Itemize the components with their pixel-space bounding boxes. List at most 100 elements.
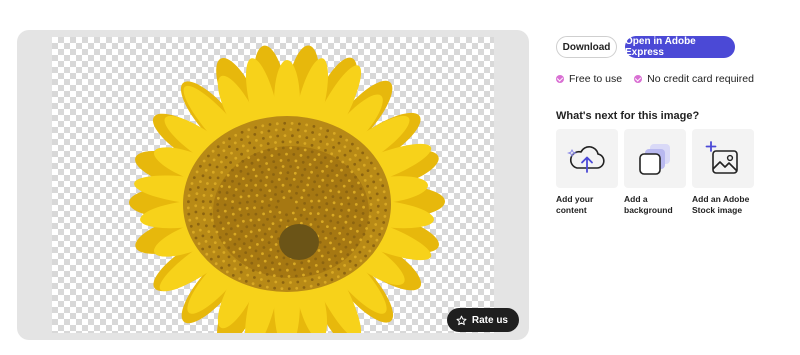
seed — [204, 168, 208, 172]
seed — [329, 219, 333, 223]
seed — [383, 215, 387, 218]
seed — [209, 257, 213, 261]
seed — [257, 264, 260, 267]
seed — [215, 165, 219, 169]
seed — [241, 144, 245, 148]
seed — [232, 250, 236, 254]
seed — [287, 158, 290, 162]
card-add-content[interactable]: Add your content — [556, 129, 618, 217]
seed — [365, 156, 369, 160]
seed — [353, 162, 357, 166]
seed — [303, 142, 307, 145]
seed — [237, 254, 241, 258]
seed — [261, 124, 265, 128]
seed — [201, 234, 205, 238]
seed — [345, 190, 348, 194]
seed — [289, 165, 292, 168]
seed — [328, 258, 331, 261]
seed — [361, 212, 365, 215]
seed — [235, 164, 239, 167]
seed — [296, 147, 300, 151]
seed — [300, 267, 304, 271]
seed — [254, 212, 258, 216]
seed — [306, 155, 310, 159]
seed — [326, 129, 330, 133]
seed — [376, 172, 380, 176]
seed — [352, 190, 356, 194]
seed — [251, 269, 255, 272]
seed — [285, 177, 289, 181]
seed — [286, 219, 290, 223]
seed — [261, 238, 264, 242]
seed — [309, 223, 313, 226]
seed — [237, 182, 241, 186]
seed — [309, 212, 312, 215]
seed — [309, 272, 312, 275]
seed — [314, 257, 317, 261]
rate-us-button[interactable]: Rate us — [446, 308, 519, 332]
seed — [267, 241, 271, 245]
seed — [212, 224, 216, 228]
seed — [336, 275, 340, 279]
seed — [241, 189, 245, 193]
seed — [317, 153, 321, 156]
seed — [300, 261, 304, 265]
seed — [299, 154, 303, 157]
seed — [189, 224, 193, 228]
seed — [323, 245, 327, 249]
seed — [332, 247, 336, 251]
seed — [362, 205, 365, 209]
seed — [277, 153, 281, 156]
download-button[interactable]: Download — [556, 36, 617, 58]
seed — [233, 259, 236, 263]
seed — [324, 236, 328, 240]
seed — [278, 262, 281, 266]
seed — [356, 229, 359, 233]
seed — [307, 259, 311, 263]
seed — [208, 245, 212, 249]
seed — [231, 168, 234, 172]
seed — [346, 253, 350, 256]
seed — [332, 146, 335, 149]
seed — [318, 185, 321, 188]
seed — [269, 210, 272, 214]
seed — [201, 174, 205, 178]
card-add-stock[interactable]: Add an Adobe Stock image — [692, 129, 754, 217]
seed — [354, 203, 358, 206]
seed — [358, 250, 362, 254]
seed — [344, 173, 348, 177]
seed — [331, 213, 335, 217]
seed — [280, 287, 284, 290]
seed — [240, 130, 244, 134]
seed — [211, 170, 215, 174]
seed — [359, 238, 363, 242]
seed — [289, 128, 293, 131]
seed — [321, 261, 325, 265]
seed — [274, 185, 278, 189]
seed — [254, 126, 258, 129]
seed — [304, 129, 307, 133]
seed — [296, 166, 300, 169]
seed — [306, 183, 310, 187]
seed — [309, 284, 313, 288]
open-in-adobe-express-button[interactable]: Open in Adobe Express — [625, 36, 735, 58]
seed — [354, 153, 357, 157]
seed — [203, 218, 207, 222]
seed — [334, 237, 337, 240]
seed — [237, 237, 241, 241]
check-icon — [634, 75, 643, 83]
seed — [209, 212, 213, 216]
seed — [338, 231, 342, 235]
seed — [361, 151, 365, 155]
seed — [272, 160, 276, 163]
seed — [229, 161, 233, 164]
seed — [263, 259, 267, 263]
seed — [315, 193, 319, 197]
card-add-background[interactable]: Add a background — [624, 129, 686, 217]
seed — [239, 195, 243, 199]
seed — [257, 257, 260, 261]
seed — [381, 184, 385, 188]
seed — [268, 227, 271, 231]
seed — [222, 241, 226, 245]
cloud-upload-icon — [567, 145, 605, 173]
